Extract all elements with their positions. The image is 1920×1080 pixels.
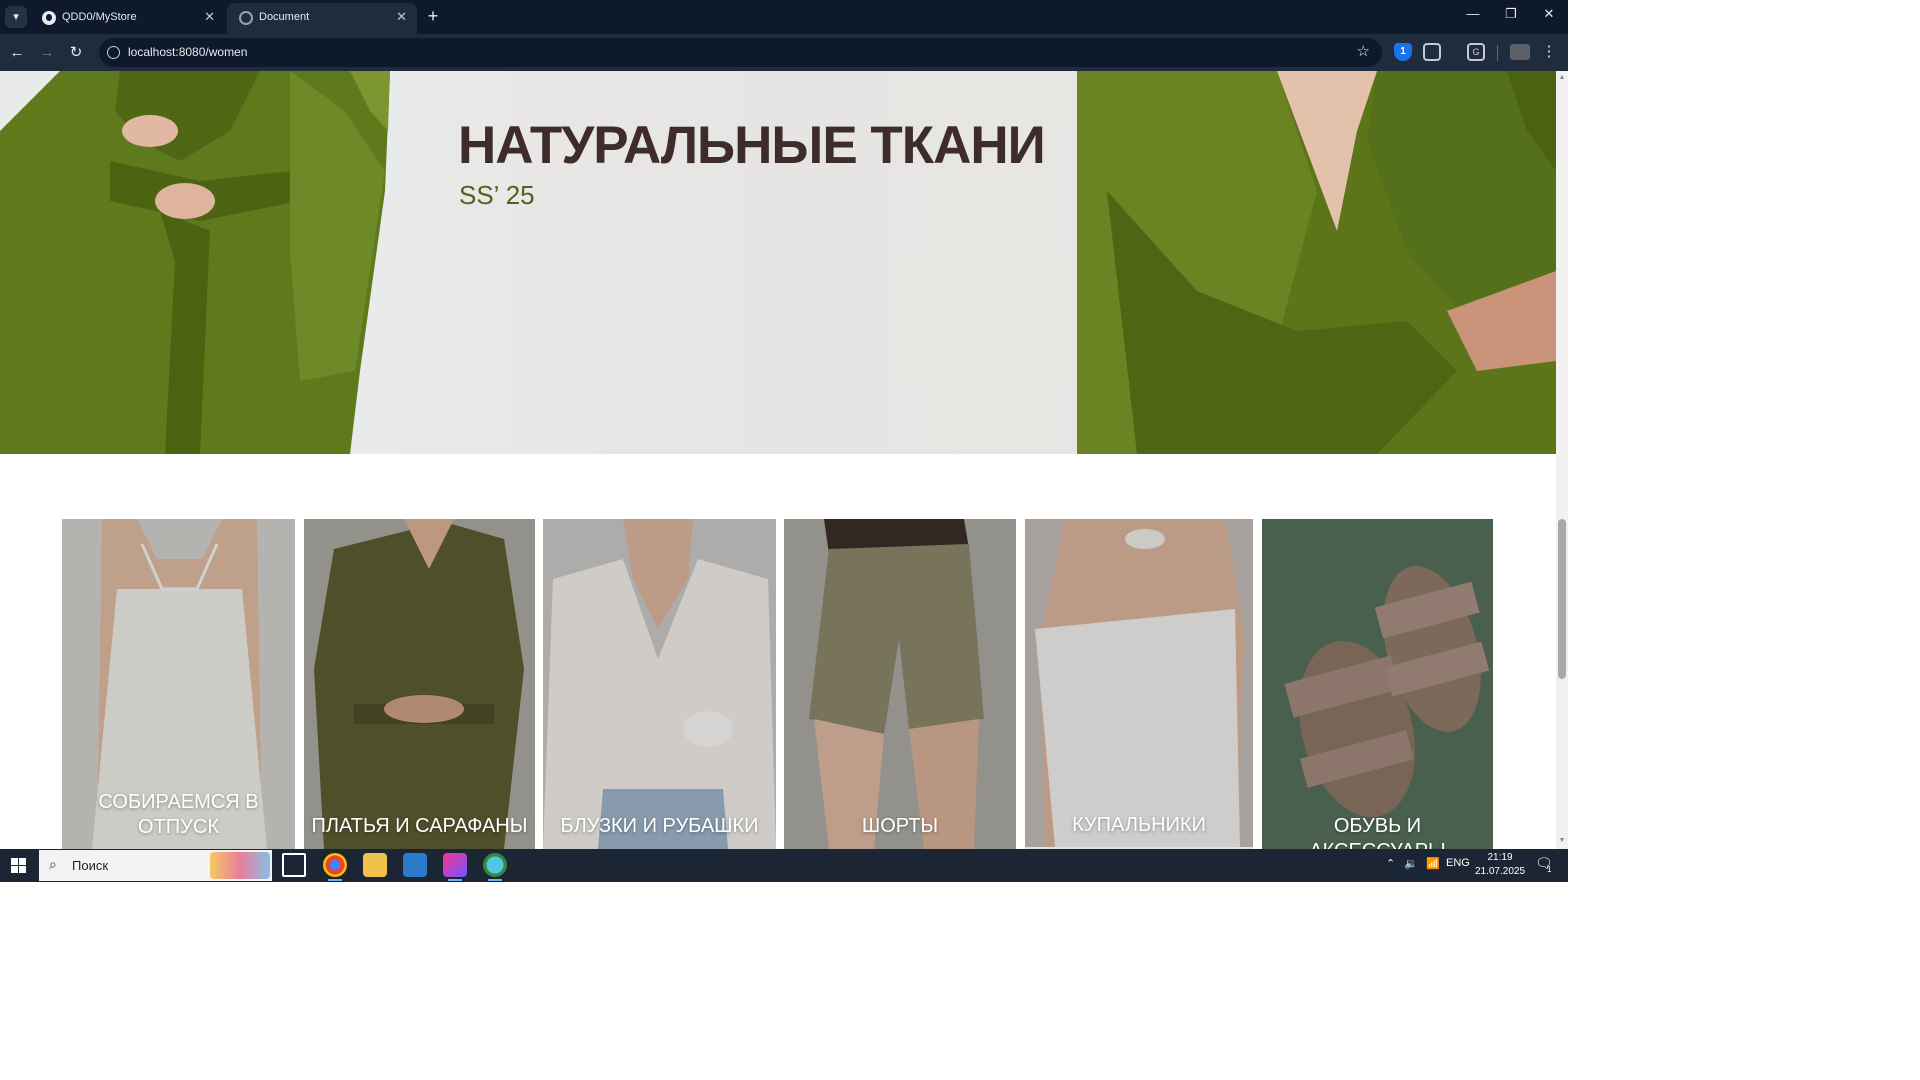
translate-icon[interactable]: G	[1467, 43, 1485, 61]
category-grid: СОБИРАЕМСЯ В ОТПУСК ПЛАТЬЯ И САРАФАНЫ БЛ…	[0, 519, 1556, 849]
category-card-swimwear[interactable]: КУПАЛЬНИКИ	[1025, 519, 1253, 849]
close-tab-icon[interactable]: ✕	[396, 9, 407, 25]
file-explorer-icon[interactable]	[363, 853, 387, 877]
category-label: СОБИРАЕМСЯ В ОТПУСК	[98, 791, 259, 838]
category-card-shoes[interactable]: ОБУВЬ И АКСЕССУАРЫ	[1262, 519, 1493, 849]
category-card-vacation[interactable]: СОБИРАЕМСЯ В ОТПУСК	[62, 519, 295, 849]
windows-taskbar: ⌕ Поиск ⌃ 🔉 📶 ENG 21:19 21.07.2025 🗨 1	[0, 849, 1568, 882]
page-scrollbar[interactable]: ▲ ▼	[1556, 71, 1568, 849]
browser-tab-document[interactable]: Document ✕	[227, 3, 417, 34]
task-view-icon[interactable]	[282, 853, 306, 877]
language-indicator[interactable]: ENG	[1446, 857, 1470, 869]
url-text[interactable]: localhost:8080/women	[128, 45, 247, 59]
taskbar-search[interactable]: ⌕ Поиск	[39, 850, 272, 881]
search-icon: ⌕	[49, 856, 57, 872]
card-overlay	[1262, 519, 1493, 849]
category-card-shorts[interactable]: ШОРТЫ	[784, 519, 1016, 849]
category-card-dresses[interactable]: ПЛАТЬЯ И САРАФАНЫ	[304, 519, 535, 849]
globe-icon	[239, 11, 253, 25]
browser-menu-icon[interactable]: ⋮	[1540, 43, 1558, 61]
tray-chevron-icon[interactable]: ⌃	[1386, 857, 1395, 870]
github-icon	[42, 11, 56, 25]
taskbar-search-placeholder: Поиск	[72, 858, 109, 873]
scroll-up-arrow-icon[interactable]: ▲	[1558, 74, 1566, 81]
extensions-puzzle-icon[interactable]	[1423, 43, 1441, 61]
edge-app-icon[interactable]	[483, 853, 507, 881]
profile-avatar[interactable]	[1510, 44, 1530, 60]
clock-date: 21.07.2025	[1474, 866, 1526, 877]
hero-title: НАТУРАЛЬНЫЕ ТКАНИ	[458, 116, 1046, 175]
page-viewport: НАТУРАЛЬНЫЕ ТКАНИ SS’ 25 СОБИРАЕМСЯ В ОТ…	[0, 71, 1556, 849]
minimize-button[interactable]: —	[1459, 6, 1487, 21]
card-overlay	[784, 519, 1016, 849]
tab-title: QDD0/MyStore	[62, 11, 137, 23]
hero-left-model-image	[0, 71, 400, 454]
reload-button[interactable]: ↻	[65, 42, 87, 64]
chrome-app-icon[interactable]	[323, 853, 347, 881]
toolbar-divider	[1497, 45, 1498, 61]
back-button[interactable]: ←	[6, 42, 28, 64]
vscode-icon[interactable]	[403, 853, 427, 877]
password-manager-extension-icon[interactable]: 1	[1394, 43, 1412, 61]
browser-tab-mystore[interactable]: QDD0/MyStore ✕	[30, 3, 225, 34]
site-info-icon[interactable]	[107, 46, 120, 59]
category-label: ОБУВЬ И АКСЕССУАРЫ	[1309, 815, 1446, 849]
card-overlay	[1025, 519, 1253, 849]
forward-button[interactable]: →	[36, 42, 58, 64]
hero-subtitle: SS’ 25	[459, 180, 535, 210]
category-label: ШОРТЫ	[861, 815, 939, 837]
taskbar-clock[interactable]: 21:19 21.07.2025	[1470, 851, 1530, 879]
restore-button[interactable]: ❐	[1497, 6, 1525, 22]
card-overlay	[304, 519, 535, 849]
scrollbar-thumb[interactable]	[1558, 519, 1566, 679]
hero-right-model-image	[1077, 71, 1556, 454]
windows-start-icon[interactable]	[11, 858, 26, 873]
browser-toolbar: ← → ↻ localhost:8080/women ☆ 1 G ⋮	[0, 34, 1568, 71]
close-window-button[interactable]: ✕	[1535, 6, 1563, 22]
clock-time: 21:19	[1487, 852, 1513, 863]
address-bar[interactable]: localhost:8080/women ☆	[99, 38, 1382, 67]
tab-title: Document	[259, 11, 310, 23]
wifi-icon[interactable]: 📶	[1426, 857, 1440, 870]
new-tab-button[interactable]: +	[424, 5, 442, 27]
bookmark-star-icon[interactable]: ☆	[1357, 42, 1370, 60]
category-card-blouses[interactable]: БЛУЗКИ И РУБАШКИ	[543, 519, 776, 849]
category-label: КУПАЛЬНИКИ	[1072, 814, 1206, 836]
tab-search-button[interactable]: ▾	[5, 6, 27, 28]
search-highlight-image	[210, 852, 270, 879]
hero-banner[interactable]: НАТУРАЛЬНЫЕ ТКАНИ SS’ 25	[0, 71, 1556, 454]
volume-icon[interactable]: 🔉	[1404, 857, 1418, 870]
category-label: ПЛАТЬЯ И САРАФАНЫ	[311, 815, 528, 837]
category-label: БЛУЗКИ И РУБАШКИ	[560, 815, 759, 837]
intellij-icon[interactable]	[443, 853, 467, 881]
close-tab-icon[interactable]: ✕	[204, 9, 215, 25]
card-overlay	[543, 519, 776, 849]
browser-tab-bar: ▾ QDD0/MyStore ✕ Document ✕ + — ❐ ✕	[0, 0, 1568, 34]
notification-count: 1	[1547, 865, 1552, 874]
scroll-down-arrow-icon[interactable]: ▼	[1558, 837, 1566, 844]
